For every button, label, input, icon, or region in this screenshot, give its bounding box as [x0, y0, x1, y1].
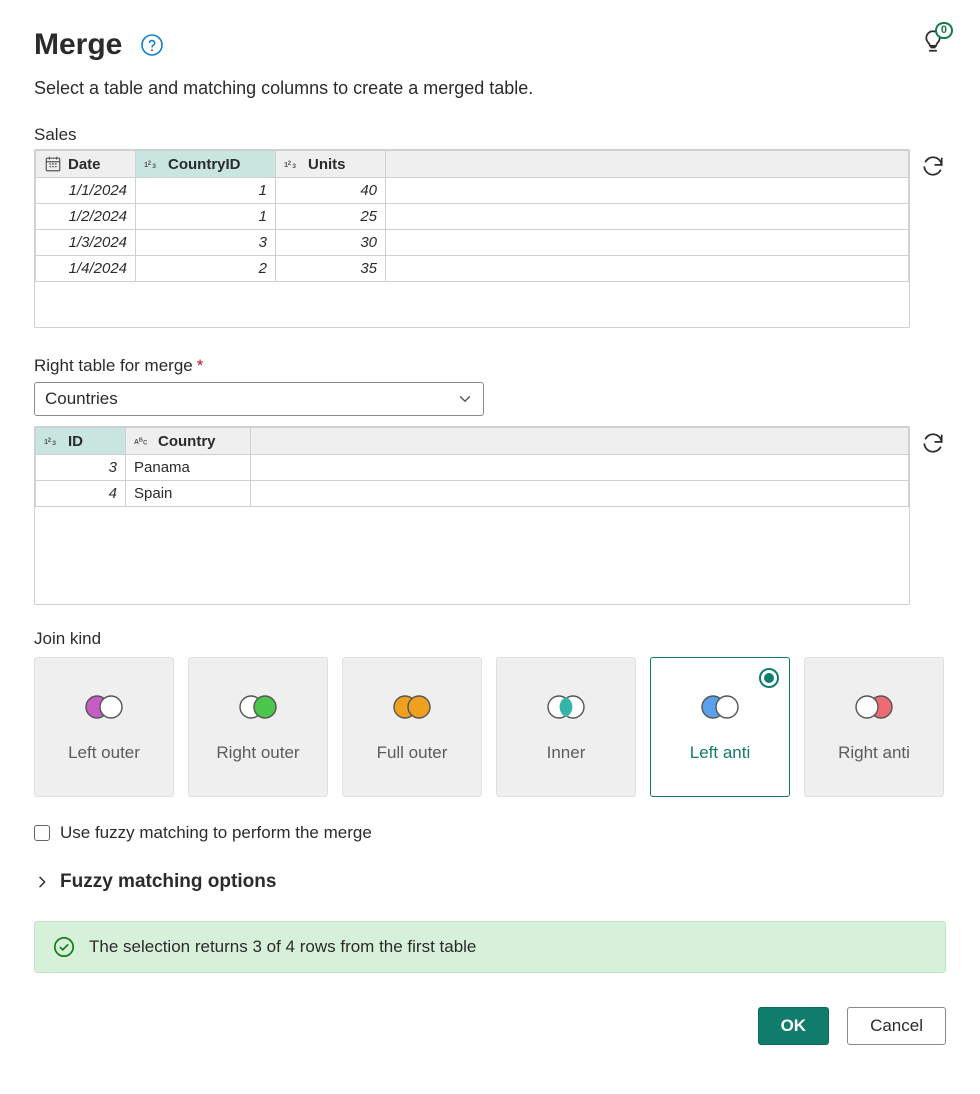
- fuzzy-matching-label: Use fuzzy matching to perform the merge: [60, 823, 372, 843]
- ok-button[interactable]: OK: [758, 1007, 830, 1045]
- join-kind-label: Join kind: [34, 629, 946, 649]
- table-row[interactable]: 1/4/2024235: [36, 256, 909, 282]
- svg-text:C: C: [143, 439, 148, 446]
- join-kind-left-anti[interactable]: Left anti: [650, 657, 790, 797]
- status-bar: The selection returns 3 of 4 rows from t…: [34, 921, 946, 973]
- column-header[interactable]: 123CountryID: [136, 151, 276, 178]
- right-table-label: Right table for merge *: [34, 356, 946, 376]
- dialog-footer: OK Cancel: [34, 1007, 946, 1045]
- join-kind-full-outer[interactable]: Full outer: [342, 657, 482, 797]
- selected-indicator: [759, 668, 779, 688]
- left-table[interactable]: Date123CountryID123Units1/1/20241401/2/2…: [34, 149, 910, 328]
- column-header[interactable]: 123ID: [36, 428, 126, 455]
- join-kind-right-outer[interactable]: Right outer: [188, 657, 328, 797]
- tips-button[interactable]: 0: [920, 28, 946, 54]
- join-kind-inner[interactable]: Inner: [496, 657, 636, 797]
- page-subtitle: Select a table and matching columns to c…: [34, 78, 946, 99]
- venn-icon: [388, 690, 436, 729]
- svg-text:2: 2: [288, 161, 292, 167]
- right-table[interactable]: 123IDABCCountry3Panama4Spain: [34, 426, 910, 605]
- join-kind-left-outer[interactable]: Left outer: [34, 657, 174, 797]
- svg-text:B: B: [139, 438, 143, 444]
- venn-icon: [696, 690, 744, 729]
- number-type-icon: 123: [284, 155, 302, 173]
- cancel-button[interactable]: Cancel: [847, 1007, 946, 1045]
- left-table-label: Sales: [34, 125, 946, 145]
- tips-badge: 0: [935, 22, 953, 39]
- number-type-icon: 123: [44, 432, 62, 450]
- text-type-icon: ABC: [134, 432, 152, 450]
- refresh-left-table-button[interactable]: [920, 153, 946, 179]
- table-row[interactable]: 1/3/2024330: [36, 230, 909, 256]
- column-header[interactable]: ABCCountry: [126, 428, 251, 455]
- date-type-icon: [44, 155, 62, 173]
- fuzzy-options-expander[interactable]: Fuzzy matching options: [34, 871, 946, 893]
- venn-icon: [850, 690, 898, 729]
- table-row[interactable]: 1/1/2024140: [36, 178, 909, 204]
- page-header: Merge 0: [34, 28, 946, 62]
- help-icon[interactable]: [140, 33, 164, 57]
- svg-text:3: 3: [292, 163, 296, 170]
- page-title: Merge: [34, 28, 122, 62]
- column-header[interactable]: 123Units: [276, 151, 386, 178]
- table-row[interactable]: 1/2/2024125: [36, 204, 909, 230]
- fuzzy-matching-checkbox[interactable]: [34, 825, 50, 841]
- svg-text:3: 3: [52, 440, 56, 447]
- venn-icon: [234, 690, 282, 729]
- right-table-select[interactable]: Countries: [34, 382, 484, 416]
- svg-text:2: 2: [148, 161, 152, 167]
- svg-text:3: 3: [152, 163, 156, 170]
- table-row[interactable]: 4Spain: [36, 481, 909, 507]
- number-type-icon: 123: [144, 155, 162, 173]
- venn-icon: [80, 690, 128, 729]
- status-message: The selection returns 3 of 4 rows from t…: [89, 937, 476, 957]
- table-row[interactable]: 3Panama: [36, 455, 909, 481]
- venn-icon: [542, 690, 590, 729]
- chevron-right-icon: [34, 874, 50, 890]
- join-kind-right-anti[interactable]: Right anti: [804, 657, 944, 797]
- required-indicator: *: [197, 356, 204, 376]
- column-header[interactable]: Date: [36, 151, 136, 178]
- refresh-right-table-button[interactable]: [920, 430, 946, 456]
- svg-text:2: 2: [48, 438, 52, 444]
- success-icon: [53, 936, 75, 958]
